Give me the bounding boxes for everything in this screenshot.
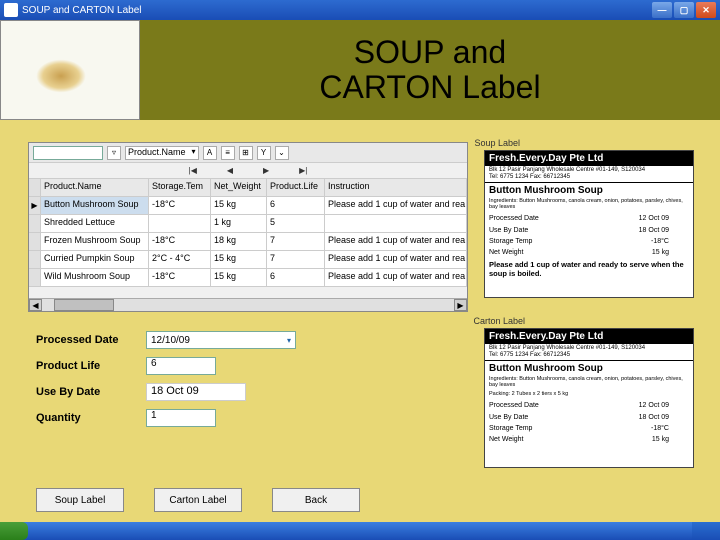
system-tray[interactable]: [692, 522, 720, 540]
grid-header: Product.Name Storage.Tem Net_Weight Prod…: [29, 179, 467, 197]
carton-label-preview: Fresh.Every.Day Pte Ltd Blk 12 Pasir Pan…: [484, 328, 694, 468]
page-title: SOUP andCARTON Label: [140, 35, 720, 105]
sort-desc-icon[interactable]: ≡: [221, 146, 235, 160]
start-button[interactable]: [0, 522, 28, 540]
product-life-label: Product Life: [36, 360, 146, 372]
filter-icon[interactable]: ▿: [107, 146, 121, 160]
grid-hscroll[interactable]: ◀ ▶: [29, 298, 467, 311]
soup-preview-caption: Soup Label: [474, 138, 520, 148]
scroll-thumb[interactable]: [54, 299, 114, 311]
soup-label-preview: Fresh.Every.Day Pte Ltd Blk 12 Pasir Pan…: [484, 150, 694, 298]
soup-product-name: Button Mushroom Soup: [485, 183, 693, 198]
soup-company: Fresh.Every.Day Pte Ltd: [485, 151, 693, 166]
close-button[interactable]: ✕: [696, 2, 716, 18]
quantity-input[interactable]: 1: [146, 409, 216, 427]
maximize-button[interactable]: ▢: [674, 2, 694, 18]
col-weight[interactable]: Net_Weight: [211, 179, 267, 196]
table-row[interactable]: Frozen Mushroom Soup-18°C18 kg7Please ad…: [29, 233, 467, 251]
product-life-input[interactable]: 6: [146, 357, 216, 375]
app-icon: [4, 3, 18, 17]
processed-date-input[interactable]: 12/10/09: [146, 331, 296, 349]
table-row[interactable]: Wild Mushroom Soup-18°C15 kg6Please add …: [29, 269, 467, 287]
grid-tool-icon[interactable]: ⊞: [239, 146, 253, 160]
nav-prev-icon[interactable]: ◀: [227, 166, 233, 175]
carton-product-name: Button Mushroom Soup: [485, 361, 693, 376]
col-temp[interactable]: Storage.Tem: [149, 179, 211, 196]
soup-label-button[interactable]: Soup Label: [36, 488, 124, 512]
filter-toggle-icon[interactable]: Y: [257, 146, 271, 160]
scroll-left-icon[interactable]: ◀: [29, 299, 42, 311]
button-row: Soup Label Carton Label Back: [36, 488, 360, 512]
col-instr[interactable]: Instruction: [325, 179, 467, 196]
grid-nav: |◀ ◀ ▶ ▶|: [29, 163, 467, 179]
table-row[interactable]: Shredded Lettuce1 kg5: [29, 215, 467, 233]
back-button[interactable]: Back: [272, 488, 360, 512]
window-title: SOUP and CARTON Label: [22, 5, 142, 16]
nav-last-icon[interactable]: ▶|: [299, 166, 307, 175]
table-row[interactable]: Curried Pumpkin Soup2°C - 4°C15 kg7Pleas…: [29, 251, 467, 269]
sort-asc-icon[interactable]: A: [203, 146, 217, 160]
clear-filter-icon[interactable]: ⌄: [275, 146, 289, 160]
banner: SOUP andCARTON Label: [0, 20, 720, 120]
grid-search-input[interactable]: [33, 146, 103, 160]
scroll-right-icon[interactable]: ▶: [454, 299, 467, 311]
product-grid: ▿ Product.Name A ≡ ⊞ Y ⌄ |◀ ◀ ▶ ▶| Produ…: [28, 142, 468, 312]
processed-date-label: Processed Date: [36, 334, 146, 346]
use-by-label: Use By Date: [36, 386, 146, 398]
col-name[interactable]: Product.Name: [41, 179, 149, 196]
sort-field-dropdown[interactable]: Product.Name: [125, 146, 199, 160]
titlebar: SOUP and CARTON Label — ▢ ✕: [0, 0, 720, 20]
carton-label-button[interactable]: Carton Label: [154, 488, 242, 512]
soup-photo: [0, 20, 140, 120]
nav-first-icon[interactable]: |◀: [189, 166, 197, 175]
use-by-value: 18 Oct 09: [146, 383, 246, 401]
minimize-button[interactable]: —: [652, 2, 672, 18]
table-row[interactable]: ▶Button Mushroom Soup-18°C15 kg6Please a…: [29, 197, 467, 215]
quantity-label: Quantity: [36, 412, 146, 424]
nav-next-icon[interactable]: ▶: [263, 166, 269, 175]
carton-preview-caption: Carton Label: [473, 316, 525, 326]
grid-toolbar: ▿ Product.Name A ≡ ⊞ Y ⌄: [29, 143, 467, 163]
form: Processed Date 12/10/09 Product Life 6 U…: [36, 327, 416, 431]
col-life[interactable]: Product.Life: [267, 179, 325, 196]
taskbar[interactable]: [0, 522, 720, 540]
carton-company: Fresh.Every.Day Pte Ltd: [485, 329, 693, 344]
